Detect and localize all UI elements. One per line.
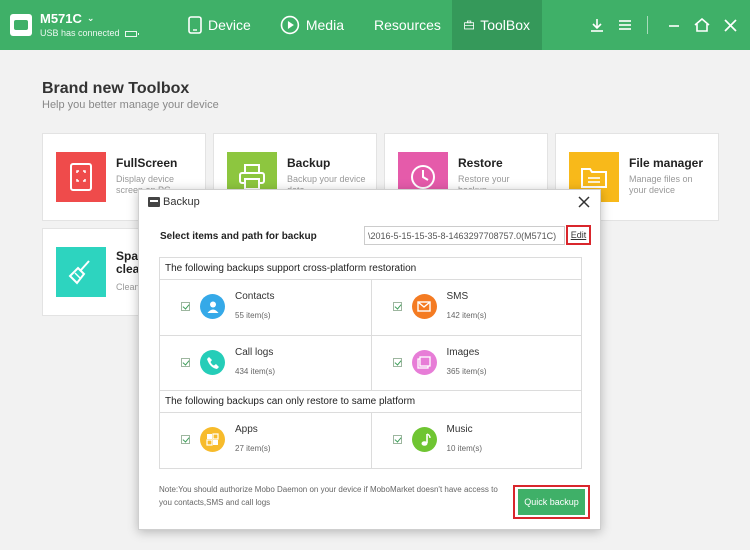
authorization-note: Note:You should authorize Mobo Daemon on…	[159, 485, 498, 507]
backup-item-music[interactable]: Music 10 item(s)	[370, 413, 582, 468]
item-name-contacts: Contacts	[235, 291, 275, 302]
broom-icon	[56, 247, 106, 297]
item-count-contacts: 55 item(s)	[235, 311, 271, 320]
minimize-icon[interactable]	[662, 13, 686, 37]
same-platform-section: The following backups can only restore t…	[159, 390, 582, 469]
close-icon[interactable]	[576, 194, 592, 210]
device-logo-icon	[10, 14, 32, 36]
quick-backup-button[interactable]: Quick backup	[518, 489, 585, 515]
device-name: M571C	[40, 11, 82, 26]
item-count-sms: 142 item(s)	[446, 311, 487, 320]
backup-dialog-icon	[148, 197, 160, 207]
phone-icon	[188, 16, 202, 34]
menu-icon[interactable]	[613, 13, 637, 37]
item-name-call-logs: Call logs	[235, 347, 274, 358]
music-icon	[411, 427, 437, 452]
contacts-icon	[200, 294, 225, 319]
window-controls-divider	[647, 16, 648, 34]
backup-item-apps[interactable]: Apps 27 item(s)	[160, 413, 371, 468]
backup-item-call-logs[interactable]: Call logs 434 item(s)	[160, 335, 371, 390]
chevron-down-icon[interactable]: ⌄	[87, 14, 95, 23]
backup-path-field[interactable]	[364, 226, 565, 245]
tab-media[interactable]: Media	[268, 0, 356, 50]
device-selector[interactable]: M571C ⌄ USB has connected	[10, 8, 139, 42]
toolbox-icon	[464, 20, 475, 30]
item-count-apps: 27 item(s)	[235, 444, 271, 453]
dialog-title: Backup	[163, 196, 200, 208]
window-controls	[581, 0, 742, 50]
item-name-apps: Apps	[235, 424, 258, 435]
tool-name-restore: Restore	[458, 156, 503, 170]
item-count-music: 10 item(s)	[446, 444, 483, 453]
backup-item-contacts[interactable]: Contacts 55 item(s)	[160, 280, 371, 335]
main-nav: Device Media Resources ToolBox	[176, 0, 542, 50]
top-bar: M571C ⌄ USB has connected Device Media R…	[0, 0, 750, 50]
tool-desc-file-manager: Manage files on your device	[629, 174, 693, 195]
section-title-same-platform: The following backups can only restore t…	[160, 391, 581, 413]
battery-icon	[124, 30, 139, 37]
tab-media-label: Media	[305, 17, 344, 33]
images-icon	[411, 350, 437, 375]
dialog-header: Backup	[139, 190, 600, 214]
tool-name-backup: Backup	[287, 156, 331, 170]
apps-icon	[200, 427, 225, 452]
backup-item-sms[interactable]: SMS 142 item(s)	[370, 280, 582, 335]
tab-resources[interactable]: Resources	[356, 0, 452, 50]
tab-toolbox-label: ToolBox	[480, 17, 530, 33]
tool-name-file-manager: File manager	[629, 156, 704, 170]
item-name-music: Music	[446, 424, 473, 435]
device-status: USB has connected	[40, 28, 120, 38]
item-name-sms: SMS	[446, 291, 469, 302]
edit-path-link[interactable]: Edit	[566, 225, 591, 245]
checkbox-contacts[interactable]	[181, 302, 190, 311]
checkbox-apps[interactable]	[181, 435, 190, 444]
cross-platform-section: The following backups support cross-plat…	[159, 257, 582, 391]
backup-item-images[interactable]: Images 365 item(s)	[370, 335, 581, 390]
download-icon[interactable]	[585, 13, 609, 37]
phone-call-icon	[200, 350, 225, 375]
section-title-cross-platform: The following backups support cross-plat…	[160, 258, 581, 280]
checkbox-images[interactable]	[392, 358, 402, 367]
tab-resources-label: Resources	[374, 17, 441, 33]
tool-name-fullscreen: FullScreen	[116, 156, 178, 170]
play-icon	[280, 15, 300, 35]
item-name-images: Images	[446, 347, 480, 358]
item-count-images: 365 item(s)	[446, 367, 487, 376]
item-count-call-logs: 434 item(s)	[235, 367, 276, 376]
page-title: Brand new Toolbox	[42, 80, 190, 97]
fullscreen-icon	[56, 152, 106, 202]
tool-name-space-cleaner: Spa clea	[116, 249, 140, 276]
tab-toolbox[interactable]: ToolBox	[452, 0, 542, 50]
tab-device[interactable]: Device	[176, 0, 268, 50]
home-icon[interactable]	[690, 13, 714, 37]
sms-icon	[411, 294, 437, 319]
checkbox-music[interactable]	[392, 435, 402, 444]
select-items-label: Select items and path for backup	[160, 231, 317, 242]
backup-dialog: Backup Select items and path for backup …	[138, 189, 601, 530]
checkbox-sms[interactable]	[392, 302, 402, 311]
page-subtitle: Help you better manage your device	[42, 99, 219, 111]
checkbox-call-logs[interactable]	[181, 358, 190, 367]
quick-backup-highlight: Quick backup	[513, 485, 590, 519]
close-icon[interactable]	[718, 13, 742, 37]
tab-device-label: Device	[208, 17, 251, 33]
